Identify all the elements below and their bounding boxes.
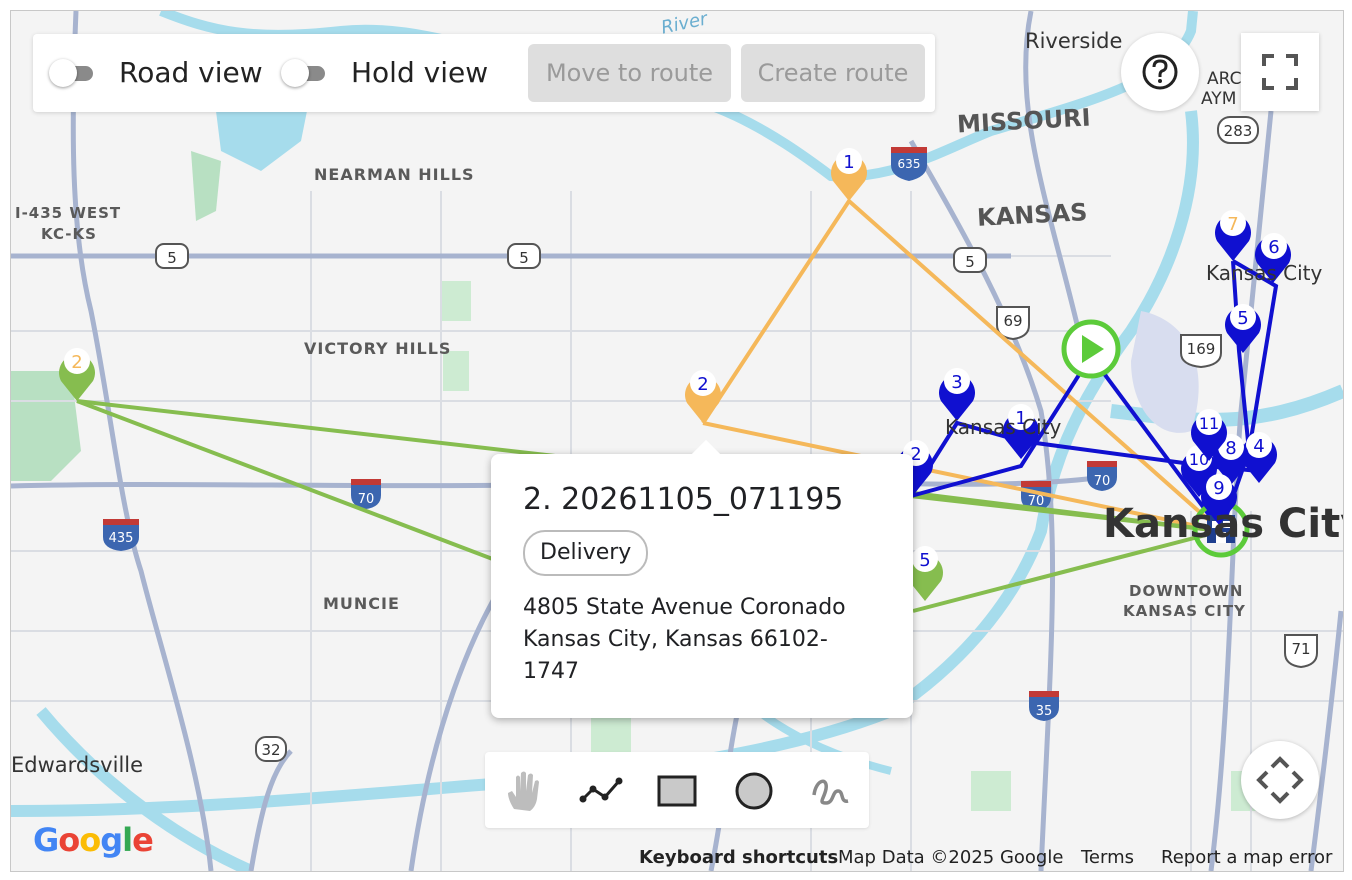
keyboard-shortcuts-link[interactable]: Keyboard shortcuts [639, 847, 838, 871]
label-kansas-city-north: Kansas City [1206, 261, 1323, 285]
label-claymont-2: AYM [1201, 89, 1237, 109]
svg-text:5: 5 [965, 253, 975, 271]
label-kansas-city-downtown: KANSAS CITY [1123, 602, 1246, 620]
road-view-toggle[interactable] [47, 59, 105, 87]
hold-view-toggle-knob [281, 59, 309, 87]
route-shield-70c: 70 [1087, 461, 1117, 491]
svg-text:435: 435 [109, 531, 134, 546]
fullscreen-icon [1262, 54, 1298, 90]
create-route-button[interactable]: Create route [741, 44, 925, 102]
hand-icon [508, 771, 539, 811]
svg-text:9: 9 [1213, 478, 1224, 499]
label-riverside: Riverside [1025, 29, 1123, 53]
start-marker[interactable] [1061, 319, 1121, 379]
label-kansas-city-main: Kansas City [1103, 501, 1344, 547]
map-toolbar: Road view Hold view Move to route Create… [33, 34, 935, 112]
hold-view-toggle[interactable] [279, 59, 337, 87]
svg-text:283: 283 [1224, 122, 1253, 140]
svg-text:2: 2 [71, 352, 82, 373]
rectangle-icon [657, 775, 697, 807]
svg-text:2: 2 [697, 374, 708, 395]
report-map-error-link[interactable]: Report a map error [1161, 847, 1332, 871]
stop-type-chip: Delivery [523, 530, 649, 576]
label-victory-hills: VICTORY HILLS [304, 339, 452, 358]
svg-text:71: 71 [1291, 640, 1310, 658]
freehand-tool-button[interactable] [805, 766, 855, 816]
label-kansas-city-ks: Kansas City [945, 415, 1062, 439]
polyline-icon [579, 777, 623, 803]
label-kc-ks: KC-KS [41, 225, 97, 243]
svg-text:5: 5 [919, 550, 930, 571]
pan-control-button[interactable] [1241, 741, 1319, 819]
svg-text:3: 3 [951, 372, 962, 393]
route-shield-5c: 5 [953, 247, 987, 273]
svg-text:5: 5 [167, 249, 177, 267]
google-logo: Google [33, 821, 154, 859]
help-icon [1142, 54, 1178, 90]
popup-title: 2. 20261105_071195 [523, 482, 844, 517]
stop-address: 4805 State Avenue Coronado Kansas City, … [523, 595, 846, 684]
fullscreen-button[interactable] [1241, 33, 1319, 111]
svg-text:1: 1 [843, 152, 854, 173]
help-button[interactable] [1121, 33, 1199, 111]
road-view-label: Road view [119, 56, 263, 89]
route-shield-5b: 5 [507, 243, 541, 269]
polyline-tool-button[interactable] [576, 766, 626, 816]
label-i435-west: I-435 WEST [15, 204, 122, 222]
route-shield-32: 32 [255, 736, 287, 762]
map-canvas[interactable]: 5 5 5 635 69 169 283 70 70 70 435 32 35 … [11, 11, 1343, 871]
svg-text:635: 635 [898, 157, 921, 171]
svg-text:35: 35 [1036, 704, 1053, 719]
svg-text:69: 69 [1003, 312, 1022, 330]
route-shield-71: 71 [1284, 634, 1318, 669]
label-nearman-hills: NEARMAN HILLS [314, 165, 475, 184]
freehand-icon [812, 779, 849, 805]
label-muncie: MUNCIE [323, 594, 400, 613]
label-kansas: KANSAS [976, 198, 1089, 232]
svg-text:169: 169 [1187, 340, 1216, 358]
route-shield-35: 35 [1029, 691, 1059, 721]
hand-tool-button[interactable] [499, 766, 549, 816]
road-view-toggle-knob [49, 59, 77, 87]
svg-text:70: 70 [358, 492, 375, 507]
svg-text:11: 11 [1199, 414, 1219, 433]
stop-info-popup: 2. 20261105_071195 Delivery 4805 State A… [491, 439, 913, 718]
terms-link[interactable]: Terms [1081, 847, 1134, 871]
svg-text:8: 8 [1225, 438, 1236, 459]
svg-text:70: 70 [1094, 474, 1111, 489]
svg-text:6: 6 [1268, 237, 1279, 258]
hold-view-label: Hold view [351, 56, 489, 89]
route-shield-70a: 70 [351, 479, 381, 509]
svg-text:32: 32 [261, 741, 280, 759]
svg-text:7: 7 [1227, 214, 1238, 235]
route-shield-5a: 5 [155, 243, 189, 269]
pan-arrows-icon [1256, 756, 1304, 804]
svg-text:4: 4 [1253, 436, 1264, 457]
drawing-toolbar [485, 752, 869, 828]
rectangle-tool-button[interactable] [652, 766, 702, 816]
route-shield-283: 283 [1217, 116, 1259, 144]
svg-text:5: 5 [519, 249, 529, 267]
move-to-route-button[interactable]: Move to route [528, 44, 731, 102]
svg-text:5: 5 [1237, 308, 1248, 329]
circle-tool-button[interactable] [729, 766, 779, 816]
route-shield-169: 169 [1180, 334, 1222, 369]
label-edwardsville: Edwardsville [11, 753, 144, 777]
label-downtown: DOWNTOWN [1129, 582, 1244, 600]
map-container[interactable]: 5 5 5 635 69 169 283 70 70 70 435 32 35 … [10, 10, 1344, 872]
circle-icon [735, 772, 773, 810]
map-data-attribution: Map Data ©2025 Google [838, 847, 1064, 868]
route-shield-435: 435 [103, 519, 139, 551]
